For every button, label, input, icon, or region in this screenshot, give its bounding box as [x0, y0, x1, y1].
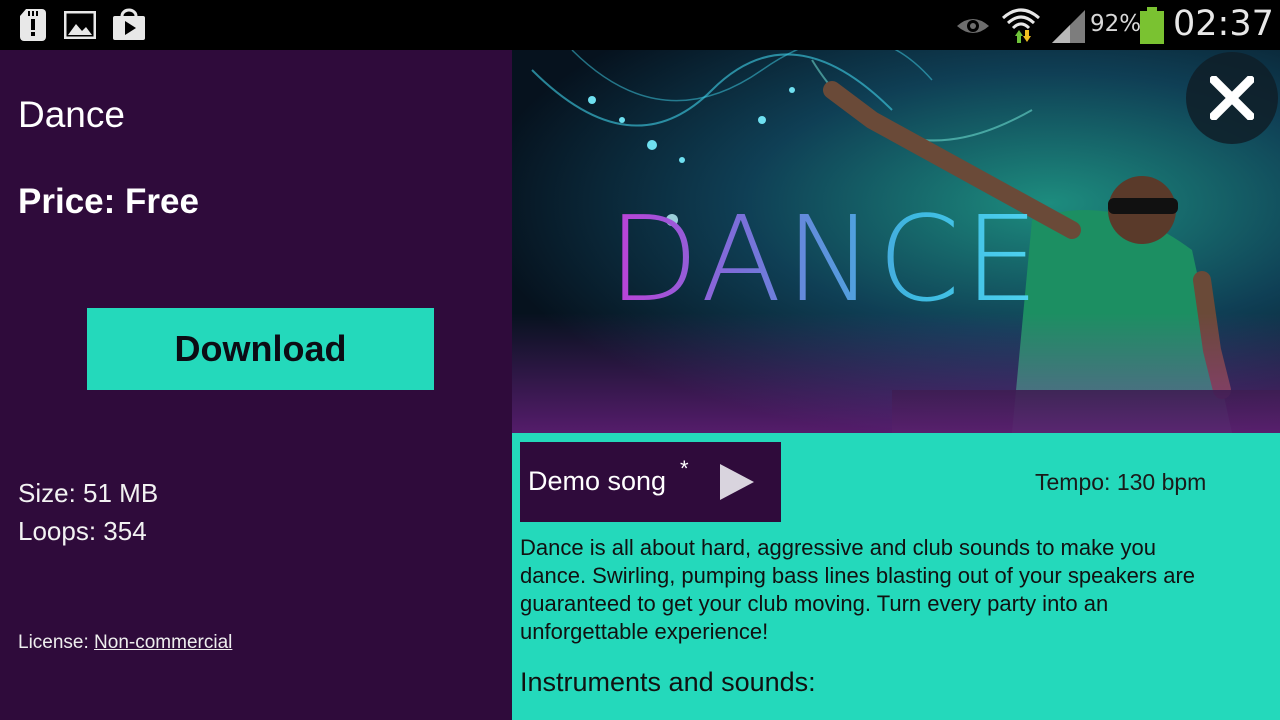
pack-info-panel: Dance Price: Free Download Size: 51 MB L…: [0, 50, 512, 720]
tempo-label: Tempo: 130 bpm: [1035, 469, 1207, 495]
wifi-icon: [1002, 8, 1040, 43]
pack-price: Price: Free: [18, 182, 199, 221]
demo-song-label: Demo song: [528, 466, 667, 496]
demo-song-button[interactable]: Demo song *: [520, 442, 781, 522]
license-label: License:: [18, 632, 95, 653]
status-bar: 92% 02:37: [0, 0, 1280, 50]
license-row: License: Non-commercial: [18, 632, 232, 654]
pack-description: Dance is all about hard, aggressive and …: [520, 535, 1196, 644]
battery-percent: 92%: [1090, 11, 1142, 37]
battery-icon: [1140, 7, 1164, 44]
close-button[interactable]: [1186, 52, 1278, 144]
pack-title: Dance: [18, 94, 125, 135]
signal-icon: [1052, 10, 1085, 43]
demo-song-asterisk: *: [680, 456, 689, 481]
image-icon: [64, 11, 96, 39]
pack-banner-image: DANCE: [512, 50, 1280, 433]
license-link[interactable]: Non-commercial: [94, 632, 232, 653]
sd-card-alert-icon: [20, 9, 46, 41]
close-icon: [1210, 76, 1254, 120]
pack-details: Demo song * Tempo: 130 bpm Dance is all …: [512, 433, 1280, 720]
pack-size: Size: 51 MB: [18, 478, 159, 508]
play-icon: [720, 464, 754, 500]
pack-loops: Loops: 354: [18, 516, 147, 546]
banner-title: DANCE: [608, 190, 1043, 328]
download-button[interactable]: Download: [87, 308, 434, 390]
clock: 02:37: [1173, 4, 1274, 44]
eye-icon: [957, 19, 989, 33]
instruments-heading: Instruments and sounds:: [520, 667, 816, 697]
play-store-icon: [113, 8, 145, 40]
